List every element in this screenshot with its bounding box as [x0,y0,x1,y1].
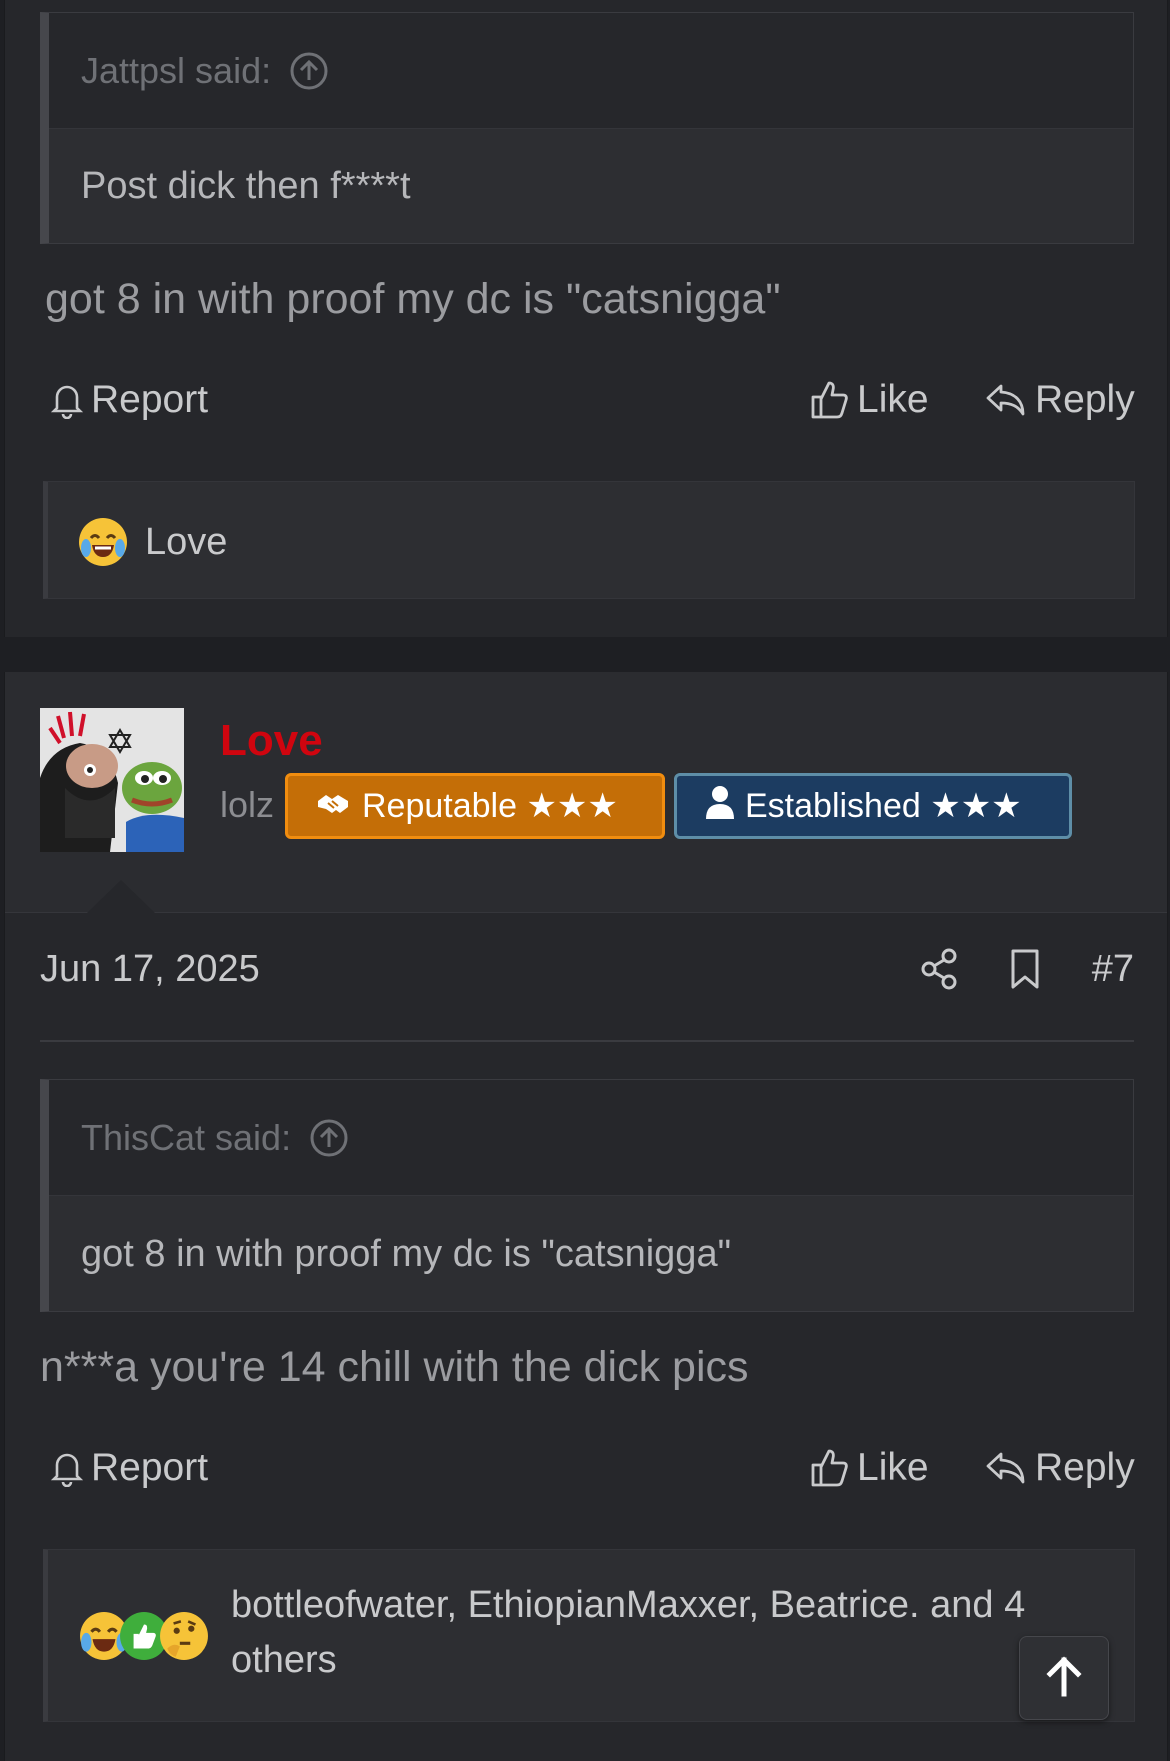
quote-author: Jattpsl said: [81,49,272,91]
arrow-up-icon [1044,1654,1084,1703]
badge-reputable-label: Reputable ★★★ [362,787,618,825]
reply-button[interactable]: Reply [985,1446,1135,1490]
bookmark-icon[interactable] [1009,948,1041,1000]
quote-text: Post dick then f****t [81,165,411,207]
quote-author: ThisCat said: [81,1116,292,1158]
report-button[interactable]: Report [51,1446,208,1490]
reactions-bar[interactable]: bottleofwater, EthiopianMaxxer, Beatrice… [43,1549,1135,1722]
scroll-to-top-button[interactable] [1019,1636,1109,1720]
badge-reputable: Reputable ★★★ [285,773,665,839]
reply-button[interactable]: Reply [985,378,1135,422]
like-button[interactable]: Like [809,1446,929,1490]
laugh-cry-emoji-icon [79,518,127,566]
post-separator [0,637,1170,672]
share-icon[interactable] [920,948,958,1000]
post-message: got 8 in with proof my dc is "catsnigga" [45,275,781,323]
post-2: Love lolz Reputable ★★★ Established ★★★ … [4,672,1168,1761]
reactions-summary[interactable]: bottleofwater, EthiopianMaxxer, Beatrice… [231,1578,1025,1688]
report-button[interactable]: Report [51,378,208,422]
reply-label: Reply [1035,378,1135,421]
post-1: Jattpsl said: Post dick then f****t got … [4,0,1168,637]
arrow-up-circle-icon[interactable] [309,1118,349,1158]
avatar[interactable] [40,708,184,852]
report-label: Report [91,378,209,421]
post-message: n***a you're 14 chill with the dick pics [40,1343,749,1391]
user-title: lolz [220,784,275,825]
badge-established: Established ★★★ [674,773,1072,839]
header-pointer [87,880,155,913]
user-header: Love lolz Reputable ★★★ Established ★★★ [5,672,1167,913]
thumbs-up-icon [809,1447,849,1489]
quote-block: ThisCat said: got 8 in with proof my dc … [40,1079,1134,1312]
handshake-icon [316,787,352,826]
post-number[interactable]: #7 [1092,948,1134,991]
user-icon [705,785,735,828]
like-label: Like [857,1446,929,1489]
report-label: Report [91,1446,209,1489]
badge-established-label: Established ★★★ [745,787,1022,825]
thinking-emoji-icon [159,1611,209,1666]
username[interactable]: Love [220,716,323,766]
reply-label: Reply [1035,1446,1135,1489]
quote-header[interactable]: ThisCat said: [49,1080,1133,1196]
quote-block: Jattpsl said: Post dick then f****t [40,12,1134,244]
quote-header[interactable]: Jattpsl said: [49,13,1133,129]
thumbs-up-icon [809,379,849,421]
reactions-summary-line-2: others [231,1639,337,1681]
bell-icon [51,1449,83,1487]
post-meta: Jun 17, 2025 #7 [40,942,1134,1002]
reactions-summary-line-1: bottleofwater, EthiopianMaxxer, Beatrice… [231,1584,1026,1626]
reactions-bar[interactable]: Love [43,481,1135,599]
post-date[interactable]: Jun 17, 2025 [40,948,260,991]
like-label: Like [857,378,929,421]
arrow-up-circle-icon[interactable] [289,51,329,91]
post-actions: Report Like Reply [45,378,1135,438]
reactions-summary: Love [145,520,228,563]
post-actions: Report Like Reply [45,1446,1135,1506]
like-button[interactable]: Like [809,378,929,422]
bell-icon [51,381,83,419]
reply-icon [985,382,1027,418]
reaction-icons [79,1611,209,1661]
divider [40,1040,1134,1042]
quote-text: got 8 in with proof my dc is "catsnigga" [81,1232,732,1275]
reply-icon [985,1450,1027,1486]
